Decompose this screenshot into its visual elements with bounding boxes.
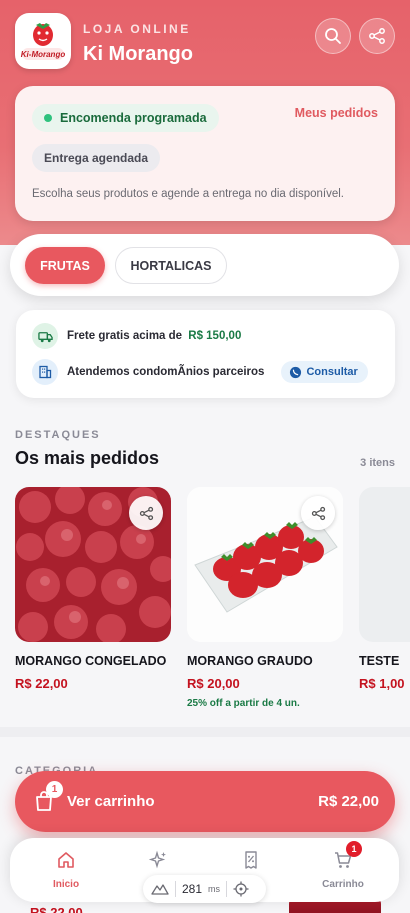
- product-image-placeholder: [359, 487, 410, 642]
- truck-icon: [32, 323, 58, 349]
- product-price: R$ 20,00: [187, 676, 240, 691]
- perf-divider: [175, 881, 176, 897]
- scheduled-order-card: Encomenda programada Meus pedidos Entreg…: [15, 86, 395, 221]
- perf-value: 281: [182, 882, 203, 896]
- featured-kicker: DESTAQUES: [15, 429, 101, 441]
- nav-label: Inicio: [52, 879, 80, 890]
- cart-total: R$ 22,00: [318, 793, 379, 810]
- product-card-teste[interactable]: TESTE R$ 1,00: [359, 487, 410, 691]
- share-icon: [139, 506, 153, 520]
- share-button[interactable]: [359, 18, 395, 54]
- my-orders-link[interactable]: Meus pedidos: [295, 106, 378, 120]
- consult-whatsapp-button[interactable]: Consultar: [281, 361, 368, 383]
- order-status-badge: Encomenda programada: [32, 104, 219, 132]
- shipping-threshold: R$ 150,00: [188, 330, 242, 342]
- product-card-morango-graudo[interactable]: MORANGO GRAUDO R$ 20,00 25% off a partir…: [187, 487, 343, 709]
- crosshair-icon: [233, 881, 249, 897]
- discount-receipt-icon: [245, 851, 257, 869]
- performance-overlay[interactable]: 281 ms: [143, 875, 266, 903]
- building-icon: [32, 359, 58, 385]
- status-dot-icon: [44, 114, 52, 122]
- search-button[interactable]: [315, 18, 351, 54]
- home-icon: [58, 852, 74, 868]
- delivery-info-card: Frete gratis acima de R$ 150,00 Atendemo…: [16, 310, 395, 398]
- search-icon: [325, 28, 341, 44]
- view-cart-label: Ver carrinho: [67, 793, 155, 810]
- featured-title: Os mais pedidos: [15, 448, 160, 468]
- cart-nav-badge: 1: [346, 841, 362, 857]
- shipping-text: Frete gratis acima de: [67, 330, 183, 342]
- product-name: MORANGO CONGELADO: [15, 654, 167, 668]
- mountain-icon: [151, 884, 169, 895]
- nav-item-inicio[interactable]: Inicio: [31, 850, 101, 890]
- perf-unit: ms: [208, 884, 221, 894]
- product-image-frozen-strawberries: [15, 487, 171, 642]
- tab-hortalicas[interactable]: HORTALICAS: [115, 247, 227, 284]
- nav-item-carrinho[interactable]: 1 Carrinho: [308, 841, 378, 890]
- sparkles-icon: [148, 850, 166, 869]
- product-price: R$ 22,00: [15, 676, 68, 691]
- product-share-button[interactable]: [301, 496, 335, 530]
- delivery-badge: Entrega agendada: [32, 144, 161, 172]
- product-image-strawberry-tray: [187, 487, 343, 642]
- condo-text: Atendemos condomÃnios parceiros: [67, 366, 265, 378]
- product-card-morango-congelado[interactable]: MORANGO CONGELADO R$ 22,00: [15, 487, 171, 691]
- logo-text: Ki-Morango: [20, 50, 66, 59]
- store-logo: Ki-Morango: [15, 13, 71, 69]
- product-name: TESTE: [359, 654, 400, 668]
- store-name: Ki Morango: [83, 43, 193, 65]
- shipping-info-row: Frete gratis acima de R$ 150,00: [32, 323, 241, 349]
- product-price: R$ 1,00: [359, 676, 405, 691]
- order-description: Escolha seus produtos e agende a entrega…: [32, 188, 344, 200]
- product-name: MORANGO GRAUDO: [187, 654, 313, 668]
- store-kicker: LOJA ONLINE: [83, 22, 191, 36]
- share-icon: [311, 506, 325, 520]
- category-tabs: FRUTAS HORTALICAS: [10, 234, 399, 296]
- perf-divider: [226, 881, 228, 897]
- tab-frutas[interactable]: FRUTAS: [25, 247, 105, 284]
- consult-label: Consultar: [306, 366, 358, 378]
- whatsapp-icon: [290, 366, 302, 378]
- nav-label: Carrinho: [322, 879, 364, 890]
- view-cart-button[interactable]: 1 Ver carrinho R$ 22,00: [15, 771, 395, 832]
- section-divider: [0, 727, 410, 737]
- order-status-text: Encomenda programada: [60, 111, 207, 125]
- list-item-price: R$ 22,00: [30, 905, 83, 913]
- product-promo: 25% off a partir de 4 un.: [187, 698, 300, 709]
- featured-count: 3 itens: [360, 457, 395, 469]
- share-icon: [369, 28, 385, 44]
- product-share-button[interactable]: [129, 496, 163, 530]
- condo-info-row: Atendemos condomÃnios parceiros Consulta…: [32, 359, 368, 385]
- cart-count-badge: 1: [46, 781, 63, 798]
